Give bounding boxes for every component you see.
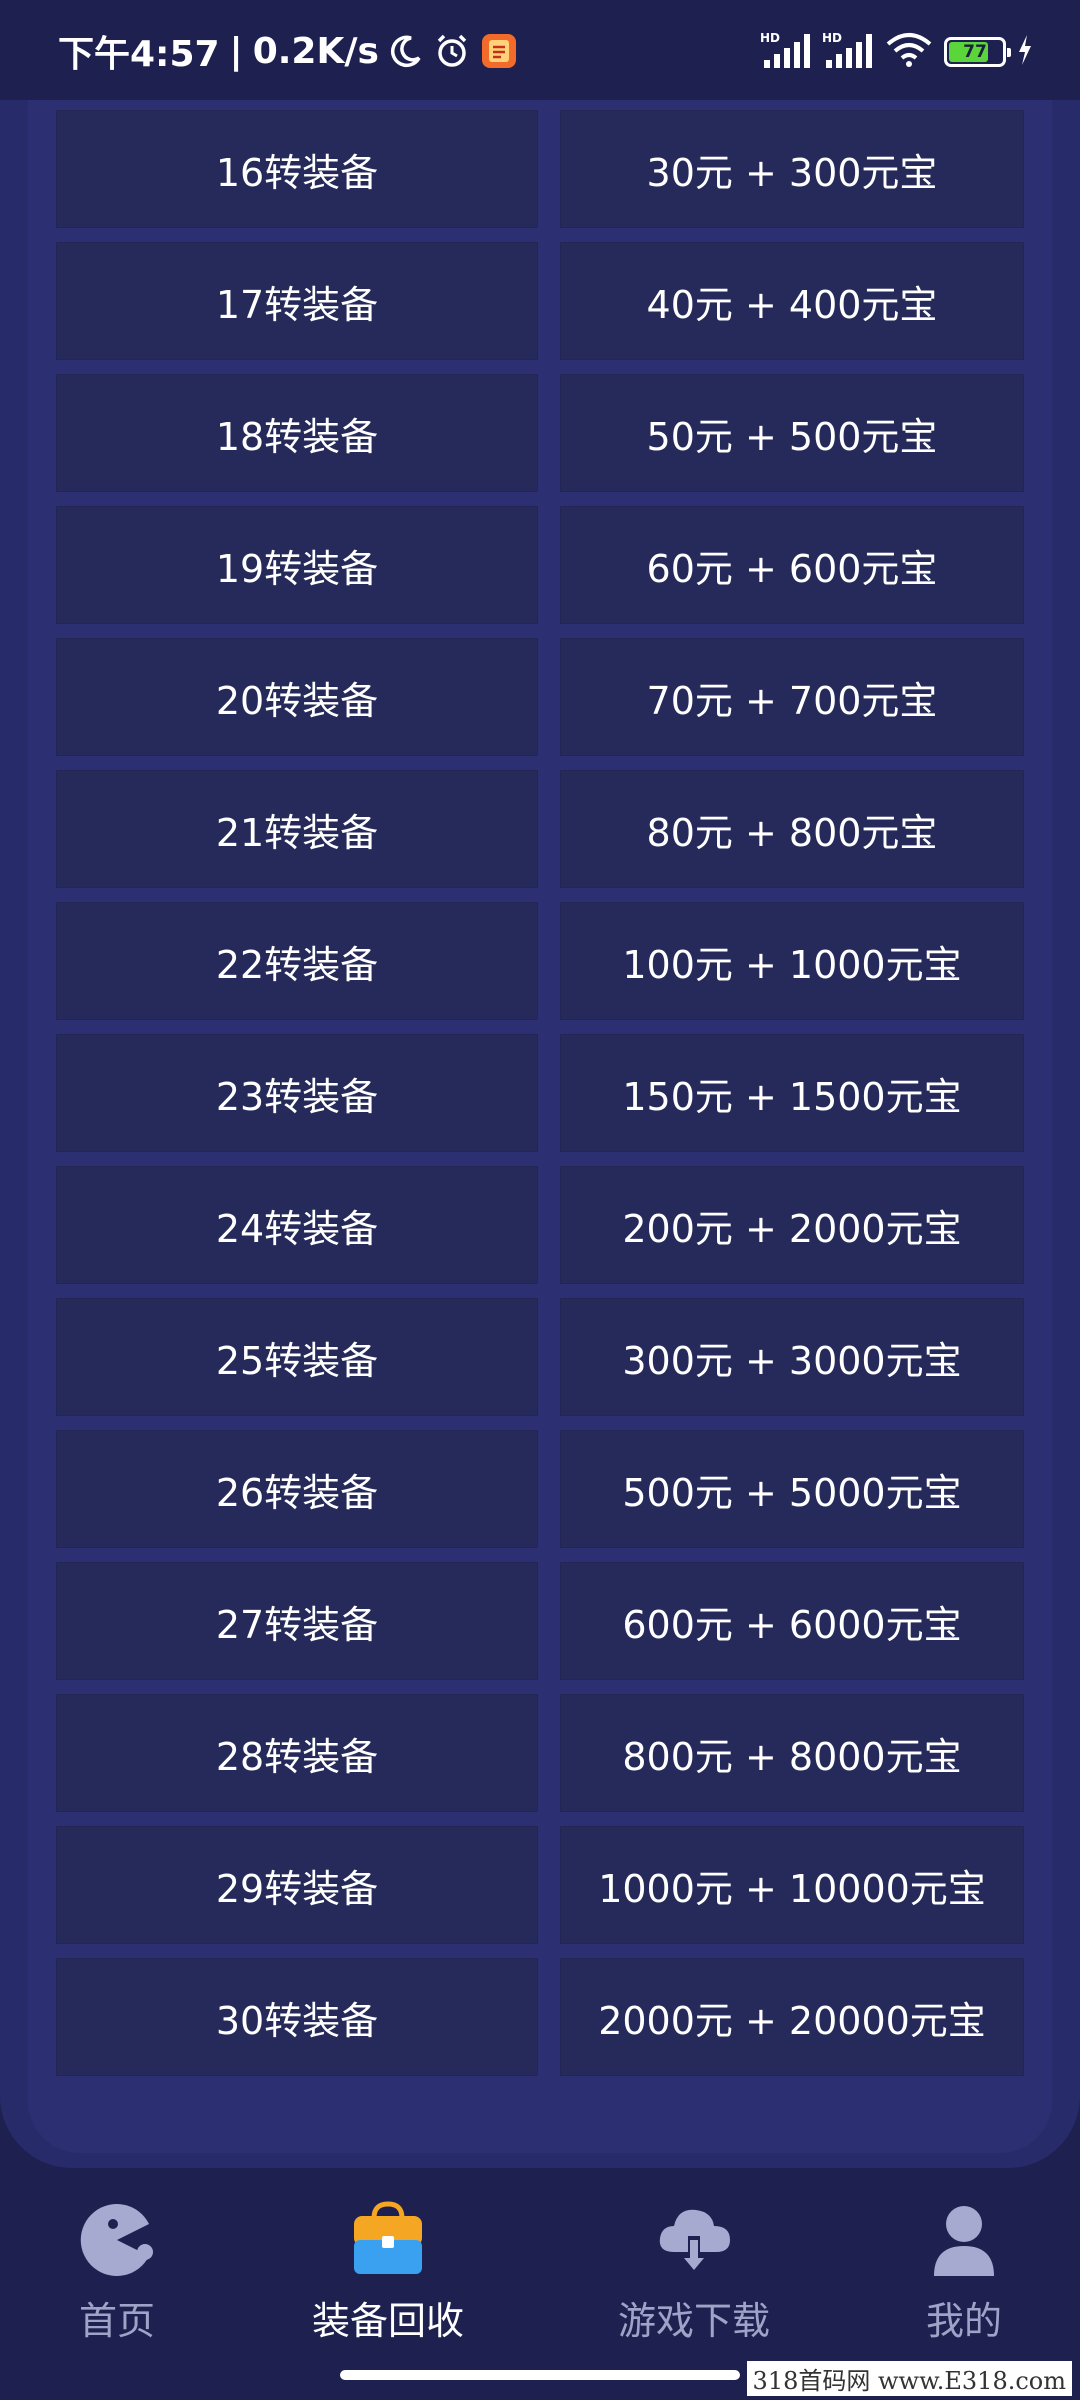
nav-label: 首页 bbox=[78, 2299, 155, 2343]
bag-icon bbox=[348, 2200, 428, 2280]
battery-level: 77 bbox=[963, 42, 987, 62]
table-row[interactable]: 23转装备 150元 + 1500元宝 bbox=[56, 1034, 1024, 1152]
table-row[interactable]: 21转装备 80元 + 800元宝 bbox=[56, 770, 1024, 888]
level-cell: 27转装备 bbox=[56, 1562, 538, 1680]
level-cell: 26转装备 bbox=[56, 1430, 538, 1548]
pacman-home-icon bbox=[77, 2200, 157, 2280]
alarm-icon bbox=[433, 32, 471, 70]
status-bar: 下午4:57 | 0.2K/s HD HD 77 bbox=[0, 0, 1080, 100]
level-cell: 22转装备 bbox=[56, 902, 538, 1020]
table-row[interactable]: 28转装备 800元 + 8000元宝 bbox=[56, 1694, 1024, 1812]
table-row[interactable]: 26转装备 500元 + 5000元宝 bbox=[56, 1430, 1024, 1548]
table-row[interactable]: 24转装备 200元 + 2000元宝 bbox=[56, 1166, 1024, 1284]
clock: 下午4:57 bbox=[58, 34, 220, 75]
level-cell: 23转装备 bbox=[56, 1034, 538, 1152]
status-separator: | bbox=[229, 30, 243, 72]
battery-tip bbox=[1007, 48, 1011, 57]
level-cell: 16转装备 bbox=[56, 110, 538, 228]
nav-item-profile[interactable]: 我的 bbox=[864, 2200, 1064, 2343]
level-cell: 21转装备 bbox=[56, 770, 538, 888]
price-cell: 800元 + 8000元宝 bbox=[560, 1694, 1024, 1812]
price-cell: 70元 + 700元宝 bbox=[560, 638, 1024, 756]
price-cell: 2000元 + 20000元宝 bbox=[560, 1958, 1024, 2076]
nav-label: 我的 bbox=[925, 2299, 1002, 2343]
level-cell: 29转装备 bbox=[56, 1826, 538, 1944]
table-row[interactable]: 16转装备 30元 + 300元宝 bbox=[56, 110, 1024, 228]
level-cell: 17转装备 bbox=[56, 242, 538, 360]
nav-item-game-download[interactable]: 游戏下载 bbox=[594, 2200, 794, 2343]
level-cell: 20转装备 bbox=[56, 638, 538, 756]
cloud-download-icon bbox=[654, 2200, 734, 2280]
charging-icon bbox=[1016, 33, 1034, 71]
price-cell: 150元 + 1500元宝 bbox=[560, 1034, 1024, 1152]
wifi-icon bbox=[884, 30, 934, 74]
level-cell: 30转装备 bbox=[56, 1958, 538, 2076]
status-left: 下午4:57 | 0.2K/s bbox=[58, 26, 517, 76]
table-row[interactable]: 18转装备 50元 + 500元宝 bbox=[56, 374, 1024, 492]
status-right: HD HD 77 bbox=[760, 28, 1034, 76]
level-cell: 24转装备 bbox=[56, 1166, 538, 1284]
price-cell: 80元 + 800元宝 bbox=[560, 770, 1024, 888]
hd-signal-icon: HD bbox=[822, 30, 874, 74]
battery-icon: 77 bbox=[944, 37, 1011, 67]
home-indicator[interactable] bbox=[340, 2370, 740, 2380]
table-row[interactable]: 19转装备 60元 + 600元宝 bbox=[56, 506, 1024, 624]
table-row[interactable]: 29转装备 1000元 + 10000元宝 bbox=[56, 1826, 1024, 1944]
price-cell: 1000元 + 10000元宝 bbox=[560, 1826, 1024, 1944]
level-cell: 25转装备 bbox=[56, 1298, 538, 1416]
table-row[interactable]: 30转装备 2000元 + 20000元宝 bbox=[56, 1958, 1024, 2076]
table-row[interactable]: 25转装备 300元 + 3000元宝 bbox=[56, 1298, 1024, 1416]
nav-item-equipment-recycle[interactable]: 装备回收 bbox=[288, 2200, 488, 2343]
table-row[interactable]: 27转装备 600元 + 6000元宝 bbox=[56, 1562, 1024, 1680]
table-row[interactable]: 22转装备 100元 + 1000元宝 bbox=[56, 902, 1024, 1020]
price-cell: 600元 + 6000元宝 bbox=[560, 1562, 1024, 1680]
price-cell: 50元 + 500元宝 bbox=[560, 374, 1024, 492]
svg-text:HD: HD bbox=[822, 31, 842, 45]
network-speed: 0.2K/s bbox=[252, 30, 379, 72]
level-cell: 19转装备 bbox=[56, 506, 538, 624]
price-cell: 500元 + 5000元宝 bbox=[560, 1430, 1024, 1548]
user-icon bbox=[924, 2200, 1004, 2280]
price-cell: 60元 + 600元宝 bbox=[560, 506, 1024, 624]
level-cell: 28转装备 bbox=[56, 1694, 538, 1812]
svg-text:HD: HD bbox=[760, 31, 780, 45]
hd-signal-icon: HD bbox=[760, 30, 812, 74]
level-cell: 18转装备 bbox=[56, 374, 538, 492]
app-notification-icon bbox=[481, 33, 517, 69]
price-cell: 200元 + 2000元宝 bbox=[560, 1166, 1024, 1284]
table-row[interactable]: 20转装备 70元 + 700元宝 bbox=[56, 638, 1024, 756]
price-cell: 100元 + 1000元宝 bbox=[560, 902, 1024, 1020]
table-row[interactable]: 17转装备 40元 + 400元宝 bbox=[56, 242, 1024, 360]
price-cell: 300元 + 3000元宝 bbox=[560, 1298, 1024, 1416]
moon-icon bbox=[389, 34, 423, 68]
price-cell: 30元 + 300元宝 bbox=[560, 110, 1024, 228]
nav-label: 游戏下载 bbox=[617, 2299, 770, 2343]
nav-item-home[interactable]: 首页 bbox=[17, 2200, 217, 2343]
watermark: 318首码网 www.E318.com bbox=[746, 2361, 1072, 2396]
nav-label: 装备回收 bbox=[311, 2299, 464, 2343]
price-cell: 40元 + 400元宝 bbox=[560, 242, 1024, 360]
